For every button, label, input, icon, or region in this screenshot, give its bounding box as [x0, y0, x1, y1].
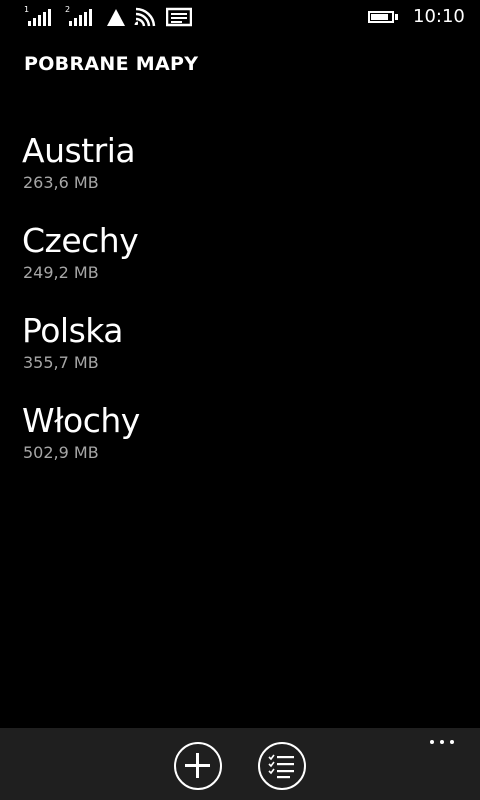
- map-item-polska[interactable]: Polska 355,7 MB: [0, 308, 480, 398]
- map-name: Czechy: [22, 221, 139, 260]
- app-bar: [0, 728, 480, 800]
- screen: 1 2 10:10 POBRANE MAPY Austria 263,6 MB …: [0, 0, 480, 800]
- sim1-label: 1: [24, 5, 30, 14]
- map-item-austria[interactable]: Austria 263,6 MB: [0, 128, 480, 218]
- map-name: Polska: [22, 311, 124, 350]
- map-size: 263,6 MB: [23, 173, 99, 192]
- plus-icon: [185, 753, 210, 778]
- map-size: 502,9 MB: [23, 443, 99, 462]
- map-size: 249,2 MB: [23, 263, 99, 282]
- data-connection-icon: [107, 9, 125, 26]
- signal-sim2-icon: 2: [65, 6, 95, 28]
- select-maps-button[interactable]: [258, 742, 306, 790]
- battery-tip: [395, 14, 398, 20]
- add-map-button[interactable]: [174, 742, 222, 790]
- map-name: Włochy: [22, 401, 140, 440]
- message-icon: [166, 7, 192, 27]
- map-item-czechy[interactable]: Czechy 249,2 MB: [0, 218, 480, 308]
- map-list: Austria 263,6 MB Czechy 249,2 MB Polska …: [0, 128, 480, 488]
- status-bar: 1 2 10:10: [0, 0, 480, 34]
- map-name: Austria: [22, 131, 136, 170]
- battery-icon: [368, 11, 394, 23]
- page-title: POBRANE MAPY: [24, 53, 199, 75]
- map-size: 355,7 MB: [23, 353, 99, 372]
- signal-sim1-icon: 1: [24, 6, 54, 28]
- checklist-icon: [268, 754, 294, 779]
- status-clock: 10:10: [413, 6, 465, 27]
- map-item-wlochy[interactable]: Włochy 502,9 MB: [0, 398, 480, 488]
- ellipsis-icon[interactable]: [428, 736, 460, 748]
- sim2-label: 2: [65, 5, 71, 14]
- wifi-icon: [134, 7, 156, 27]
